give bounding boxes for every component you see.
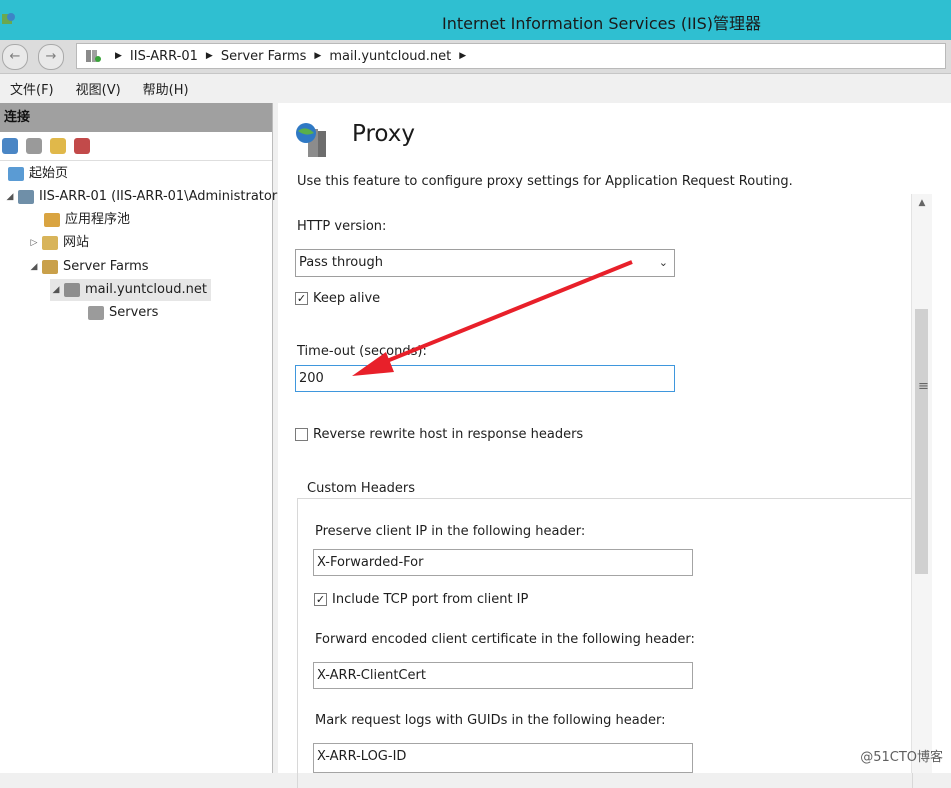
annotation-arrow: [352, 260, 633, 376]
watermark: @51CTO博客: [860, 750, 943, 765]
